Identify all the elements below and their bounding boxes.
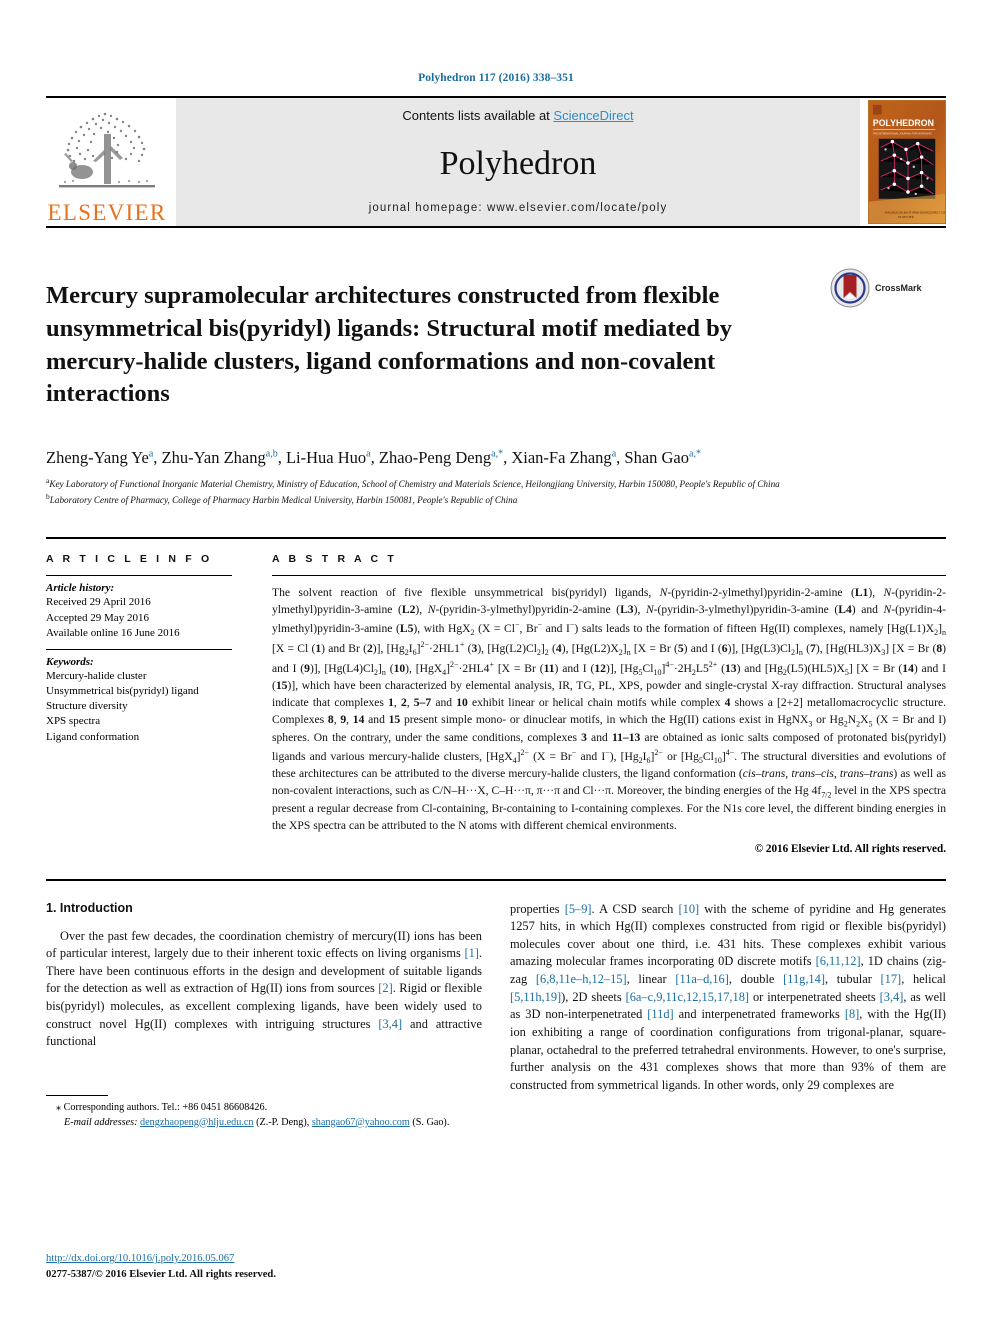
corresponding-author-line: ⁎ Corresponding authors. Tel.: +86 0451 … — [56, 1101, 268, 1113]
history-available-online: Available online 16 June 2016 — [46, 626, 180, 639]
author-item: Zhu-Yan Zhanga,b — [161, 448, 278, 468]
citation-link[interactable]: [11g,14] — [783, 972, 825, 986]
author-item: Zhao-Peng Denga,* — [378, 448, 504, 468]
cover-artwork: POLYHEDRON THE INTERNATIONAL JOURNAL FOR… — [869, 101, 945, 223]
citation-link[interactable]: [11d] — [647, 1007, 673, 1021]
author-item: Shan Gaoa,* — [624, 448, 701, 468]
abstract-panel: A B S T R A C T The solvent reaction of … — [254, 553, 947, 855]
page-footer: http://dx.doi.org/10.1016/j.poly.2016.05… — [46, 1251, 276, 1283]
keyword-item: XPS spectra — [46, 715, 101, 728]
keywords-group: Keywords: Mercury-halide cluster Unsymme… — [46, 650, 232, 753]
journal-cover-thumbnail: POLYHEDRON THE INTERNATIONAL JOURNAL FOR… — [868, 100, 946, 224]
article-history-group: Article history: Received 29 April 2016 … — [46, 576, 232, 649]
article-info-panel: A R T I C L E I N F O Article history: R… — [46, 553, 254, 854]
abstract-copyright: © 2016 Elsevier Ltd. All rights reserved… — [754, 842, 946, 855]
article-title: Mercury supramolecular architectures con… — [46, 282, 732, 408]
citation-link[interactable]: [11a–d,16] — [675, 972, 729, 986]
citation-link[interactable]: [1] — [464, 946, 478, 960]
citation-link[interactable]: [3,4] — [880, 990, 904, 1004]
article-history-label: Article history: — [46, 582, 115, 595]
journal-masthead: ELSEVIER Contents lists available at Sci… — [46, 96, 946, 226]
intro-paragraph-continued: properties [5–9]. A CSD search [10] with… — [510, 901, 946, 1092]
affiliation-a: aKey Laboratory of Functional Inorganic … — [46, 476, 946, 491]
section-heading-introduction: 1. Introduction — [46, 900, 133, 915]
affiliation-b: bLaboratory Centre of Pharmacy, College … — [46, 492, 946, 507]
keywords-label: Keywords: — [46, 655, 94, 668]
doi-link[interactable]: http://dx.doi.org/10.1016/j.poly.2016.05… — [46, 1253, 234, 1264]
crossmark-badge[interactable]: CrossMark — [830, 264, 946, 308]
history-received: Received 29 April 2016 — [46, 596, 151, 609]
body-column-right: properties [5–9]. A CSD search [10] with… — [510, 901, 946, 1131]
email-label: E-mail addresses: — [64, 1116, 138, 1128]
citation-link[interactable]: [10] — [679, 902, 700, 916]
journal-band: Contents lists available at ScienceDirec… — [176, 98, 860, 226]
citation-link[interactable]: [3,4] — [378, 1017, 402, 1031]
title-block: Mercury supramolecular architectures con… — [46, 264, 946, 427]
keyword-item: Unsymmetrical bis(pyridyl) ligand — [46, 685, 199, 698]
elsevier-tree-icon — [59, 112, 155, 188]
intro-paragraph-1: Over the past few decades, the coordinat… — [46, 928, 482, 1049]
svg-text:THE INTERNATIONAL JOURNAL FOR: THE INTERNATIONAL JOURNAL FOR INORGANIC — [873, 132, 932, 135]
journal-homepage[interactable]: journal homepage: www.elsevier.com/locat… — [369, 202, 668, 214]
crossmark-icon — [830, 268, 870, 308]
article-page: Polyhedron 117 (2016) 338–351 ELSEVIER C… — [0, 0, 992, 1323]
email-link-gao[interactable]: shangao67@yahoo.com — [312, 1117, 410, 1128]
abstract-text: The solvent reaction of five flexible un… — [272, 586, 947, 832]
email-owner-gao: (S. Gao). — [412, 1116, 450, 1128]
info-abstract-region: A R T I C L E I N F O Article history: R… — [46, 537, 947, 855]
elsevier-wordmark: ELSEVIER — [47, 200, 167, 225]
svg-text:POLYHEDRON: POLYHEDRON — [873, 118, 934, 128]
citation-link[interactable]: [17] — [881, 972, 902, 986]
affiliation-text: Laboratory Centre of Pharmacy, College o… — [49, 495, 518, 506]
citation-link[interactable]: [6,11,12] — [816, 954, 861, 968]
citation-link[interactable]: [5,11h,19] — [510, 990, 561, 1004]
author-item: Li-Hua Huoa — [285, 448, 371, 468]
masthead-bottom-rule — [46, 226, 946, 228]
article-body: 1. Introduction Over the past few decade… — [46, 878, 946, 1131]
author-item: Xian-Fa Zhanga — [511, 448, 617, 468]
affiliation-text: Key Laboratory of Functional Inorganic M… — [49, 478, 780, 489]
email-line: E-mail addresses: dengzhaopeng@hlju.edu.… — [46, 1116, 482, 1131]
contents-available-line: Contents lists available at ScienceDirec… — [402, 108, 633, 123]
author-item: Zheng-Yang Yea — [46, 448, 154, 468]
keyword-item: Mercury-halide cluster — [46, 669, 147, 682]
running-head: Polyhedron 117 (2016) 338–351 — [418, 72, 574, 84]
svg-text:AVAILABLE ONLINE AT WWW.SCIENC: AVAILABLE ONLINE AT WWW.SCIENCEDIRECT.CO… — [885, 211, 945, 214]
footnote-rule — [46, 1094, 108, 1096]
body-column-left: 1. Introduction Over the past few decade… — [46, 901, 482, 1131]
email-link-deng[interactable]: dengzhaopeng@hlju.edu.cn — [140, 1117, 254, 1128]
email-owner-deng: (Z.-P. Deng), — [256, 1116, 310, 1128]
corresponding-author-footnote: ⁎ Corresponding authors. Tel.: +86 0451 … — [46, 1094, 482, 1131]
abstract-heading: A B S T R A C T — [272, 553, 397, 566]
journal-title: Polyhedron — [439, 144, 597, 182]
citation-link[interactable]: [8] — [845, 1007, 859, 1021]
svg-text:ELSEVIER: ELSEVIER — [898, 215, 914, 219]
elsevier-logo: ELSEVIER — [46, 98, 168, 226]
contents-prefix: Contents lists available at — [402, 108, 554, 123]
history-accepted: Accepted 29 May 2016 — [46, 611, 149, 624]
citation-link[interactable]: [5–9] — [565, 902, 592, 916]
sciencedirect-link[interactable]: ScienceDirect — [553, 108, 633, 123]
crossmark-label: CrossMark — [875, 283, 922, 293]
citation-link[interactable]: [2] — [378, 981, 392, 995]
author-list: Zheng-Yang Yea, Zhu-Yan Zhanga,b, Li-Hua… — [46, 448, 701, 468]
citation-link[interactable]: [6a–c,9,11c,12,15,17,18] — [626, 990, 749, 1004]
keyword-item: Structure diversity — [46, 700, 128, 713]
article-info-heading: A R T I C L E I N F O — [46, 553, 213, 566]
issn-copyright-line: 0277-5387/© 2016 Elsevier Ltd. All right… — [46, 1269, 276, 1281]
keyword-item: Ligand conformation — [46, 730, 140, 743]
citation-link[interactable]: [6,8,11e–h,12–15] — [536, 972, 627, 986]
